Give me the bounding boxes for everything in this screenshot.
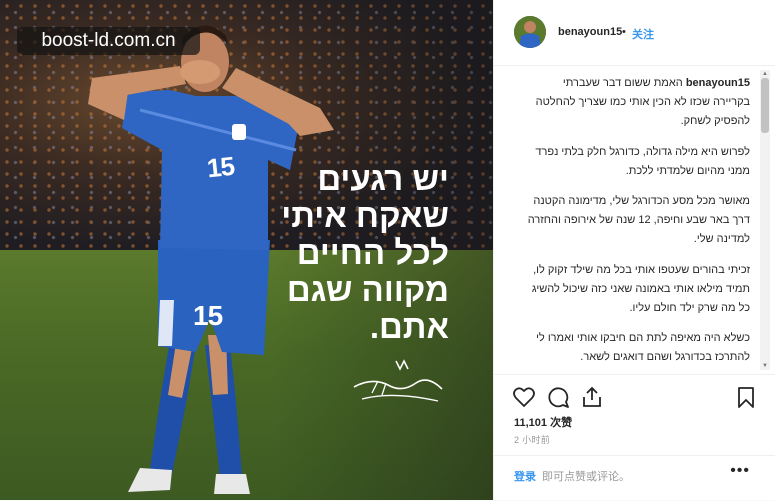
- comment-icon[interactable]: [546, 385, 570, 409]
- share-icon[interactable]: [580, 385, 604, 409]
- heart-icon[interactable]: [512, 385, 536, 409]
- post-side-panel: benayoun15 • 关注 benayoun15 האמת ששום דבר…: [493, 0, 775, 500]
- caption-line: תמיד מילאו אותי באמונה שאני כזה שיכול לה…: [531, 282, 750, 295]
- signature-graphic: [353, 359, 443, 402]
- avatar[interactable]: [514, 16, 546, 48]
- caption-line: מאושר מכל מסע הכדורגל שלי, מדימונה הקטנה: [533, 195, 750, 208]
- likes-count[interactable]: 11,101 次赞: [514, 414, 572, 430]
- bookmark-icon[interactable]: [734, 385, 758, 409]
- quote-line: מקווה שגם: [286, 271, 449, 308]
- scrollbar-thumb[interactable]: [761, 78, 769, 133]
- follow-button[interactable]: 关注: [632, 26, 654, 42]
- caption-line: לפרוש היא מילה גדולה, כדורגל חלק בלתי נפ…: [535, 145, 750, 158]
- header-username[interactable]: benayoun15: [558, 26, 622, 38]
- caption-area[interactable]: benayoun15 האמת ששום דבר שעברתי בקריירה ש…: [494, 66, 762, 374]
- watermark: boost-ld.com.cn: [17, 27, 200, 55]
- post-container: 15 15 יש רגעים שאקח איתי לכל החיים מקווה…: [0, 0, 775, 500]
- comment-prompt: 即可点赞或评论。: [542, 471, 630, 483]
- post-timestamp: 2 小时前: [514, 435, 551, 445]
- jersey-number: 15: [205, 150, 236, 184]
- login-link[interactable]: 登录: [514, 468, 536, 484]
- post-header: benayoun15 • 关注: [494, 0, 775, 66]
- caption-line: למדינה שלי.: [693, 233, 750, 246]
- caption-line-text: האמת ששום דבר שעברתי: [562, 77, 683, 89]
- quote-line: יש רגעים: [317, 160, 449, 197]
- caption-line: להתרכז בכדורגל ושהם דואגים לשאר.: [580, 351, 750, 364]
- action-bar: [494, 374, 775, 415]
- caption-line: ממני מהיום שלמדתי ללכת.: [625, 164, 750, 177]
- comment-footer: 登录 即可点赞或评论。 •••: [494, 455, 775, 501]
- avatar-image: [514, 16, 546, 48]
- caption-line: בקריירה שכזו לא הכין אותי כמו שצריך להחל…: [535, 96, 750, 109]
- post-photo[interactable]: 15 15 יש רגעים שאקח איתי לכל החיים מקווה…: [0, 0, 493, 500]
- caption-line: זכיתי בהורים שעטפו אותי בכל מה שילד זקוק…: [533, 263, 750, 276]
- caption-line: כל מה שרק ילד חולם עליו.: [629, 302, 750, 315]
- quote-line: לכל החיים: [296, 234, 449, 271]
- shorts-number: 15: [193, 300, 223, 331]
- photo-quote: יש רגעים שאקח איתי לכל החיים מקווה שגם א…: [249, 160, 449, 345]
- caption-line: דרך באר שבע וחיפה, 12 שנה של אירופה והחז…: [527, 214, 750, 227]
- quote-line: אתם.: [369, 308, 449, 345]
- scroll-up-icon[interactable]: ▲: [761, 70, 769, 78]
- caption-line: להפסיק לשחק.: [680, 115, 750, 128]
- caption-scrollbar[interactable]: ▲ ▼: [760, 70, 770, 370]
- caption-username[interactable]: benayoun15: [686, 77, 750, 89]
- caption-line: benayoun15 האמת ששום דבר שעברתי: [498, 74, 750, 93]
- caption-line: כשלא היה מאיפה לתת הם חיבקו אותי ואמרו ל…: [536, 332, 750, 345]
- separator-dot: •: [622, 26, 626, 38]
- more-options-button[interactable]: •••: [730, 462, 750, 480]
- scroll-down-icon[interactable]: ▼: [761, 362, 769, 370]
- quote-line: שאקח איתי: [281, 197, 449, 234]
- caption-text: benayoun15 האמת ששום דבר שעברתי בקריירה ש…: [498, 74, 750, 374]
